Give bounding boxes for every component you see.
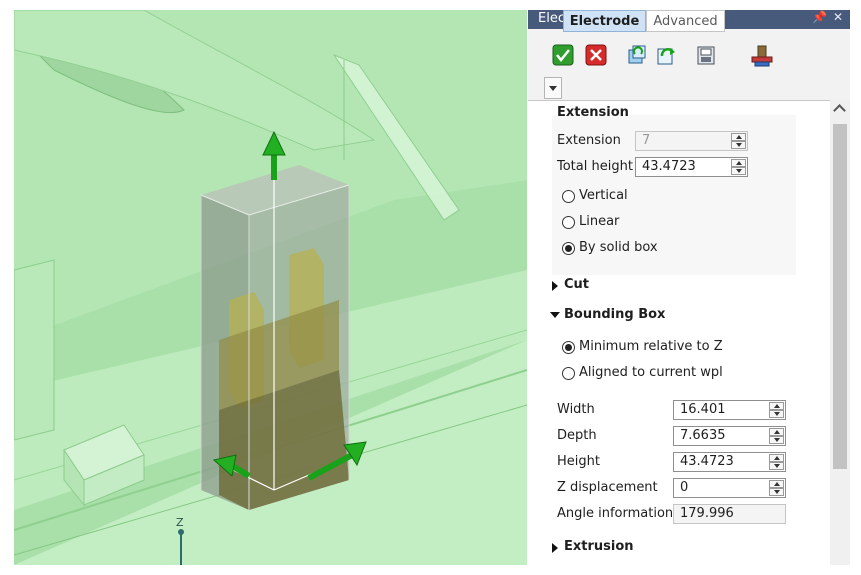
tab-electrode[interactable]: Electrode <box>563 10 646 32</box>
radio-by-solid-box[interactable] <box>562 242 575 255</box>
depth-spinner[interactable] <box>769 428 784 444</box>
z-displacement-spinner[interactable] <box>769 480 784 496</box>
apply-icon <box>657 48 675 65</box>
height-label: Height <box>557 454 600 469</box>
width-field[interactable]: 16.401 <box>673 400 786 420</box>
copy-refresh-icon <box>628 45 646 64</box>
z-displacement-label: Z displacement <box>557 480 658 495</box>
cut-expand-icon[interactable] <box>552 281 558 291</box>
radio-minimum-relative-z-label: Minimum relative to Z <box>579 339 723 354</box>
scroll-up-icon[interactable] <box>833 104 846 117</box>
cut-section-title[interactable]: Cut <box>564 277 589 292</box>
depth-label: Depth <box>557 428 597 443</box>
angle-information-field: 179.996 <box>673 504 786 524</box>
electrode-tool-icon <box>751 45 773 67</box>
extension-spinner <box>731 133 746 149</box>
ok-icon <box>552 44 574 66</box>
total-height-spinner[interactable] <box>731 159 746 175</box>
save-button[interactable] <box>695 44 717 66</box>
chevron-down-icon <box>549 86 557 91</box>
z-displacement-field[interactable]: 0 <box>673 478 786 498</box>
radio-aligned-wpl[interactable] <box>562 367 575 380</box>
radio-by-solid-box-label: By solid box <box>579 240 658 255</box>
width-spinner[interactable] <box>769 402 784 418</box>
height-spinner[interactable] <box>769 454 784 470</box>
close-icon[interactable]: ✕ <box>833 10 843 24</box>
extrusion-expand-icon[interactable] <box>552 543 558 553</box>
tab-advanced[interactable]: Advanced <box>646 10 725 32</box>
panel-content: Extension Extension 7 Total height 43.47… <box>528 100 830 565</box>
3d-scene[interactable]: Z <box>14 10 527 565</box>
radio-linear-label: Linear <box>579 214 620 229</box>
bounding-box-collapse-icon[interactable] <box>550 312 560 318</box>
radio-minimum-relative-z[interactable] <box>562 341 575 354</box>
radio-vertical-label: Vertical <box>579 188 628 203</box>
pin-icon[interactable]: 📌 <box>812 10 827 24</box>
width-label: Width <box>557 402 595 417</box>
radio-vertical[interactable] <box>562 190 575 203</box>
extension-section-title: Extension <box>557 105 629 120</box>
extrusion-section-title[interactable]: Extrusion <box>564 539 634 554</box>
electrode-panel: Electrode 📌 ✕ Electrode Advanced Extensi… <box>528 10 850 565</box>
ok-button[interactable] <box>552 44 574 66</box>
height-field[interactable]: 43.4723 <box>673 452 786 472</box>
save-icon <box>697 46 715 65</box>
bounding-box-section-title[interactable]: Bounding Box <box>564 307 665 322</box>
tab-dropdown-button[interactable] <box>544 77 562 99</box>
cancel-icon <box>585 44 607 66</box>
scroll-thumb[interactable] <box>833 124 847 469</box>
copy-refresh-button[interactable] <box>626 44 648 66</box>
radio-linear[interactable] <box>562 216 575 229</box>
radio-aligned-wpl-label: Aligned to current wpl <box>579 365 723 380</box>
apply-button[interactable] <box>655 44 677 66</box>
3d-viewport[interactable]: Z <box>14 10 527 565</box>
extension-label: Extension <box>557 133 621 148</box>
depth-field[interactable]: 7.6635 <box>673 426 786 446</box>
panel-scrollbar[interactable] <box>830 100 850 565</box>
z-axis-label: Z <box>176 516 184 529</box>
angle-information-label: Angle information <box>557 506 674 521</box>
total-height-field[interactable]: 43.4723 <box>635 157 748 177</box>
cancel-button[interactable] <box>585 44 607 66</box>
electrode-tool-button[interactable] <box>750 44 773 67</box>
total-height-label: Total height <box>557 159 633 174</box>
extension-field: 7 <box>635 131 748 151</box>
